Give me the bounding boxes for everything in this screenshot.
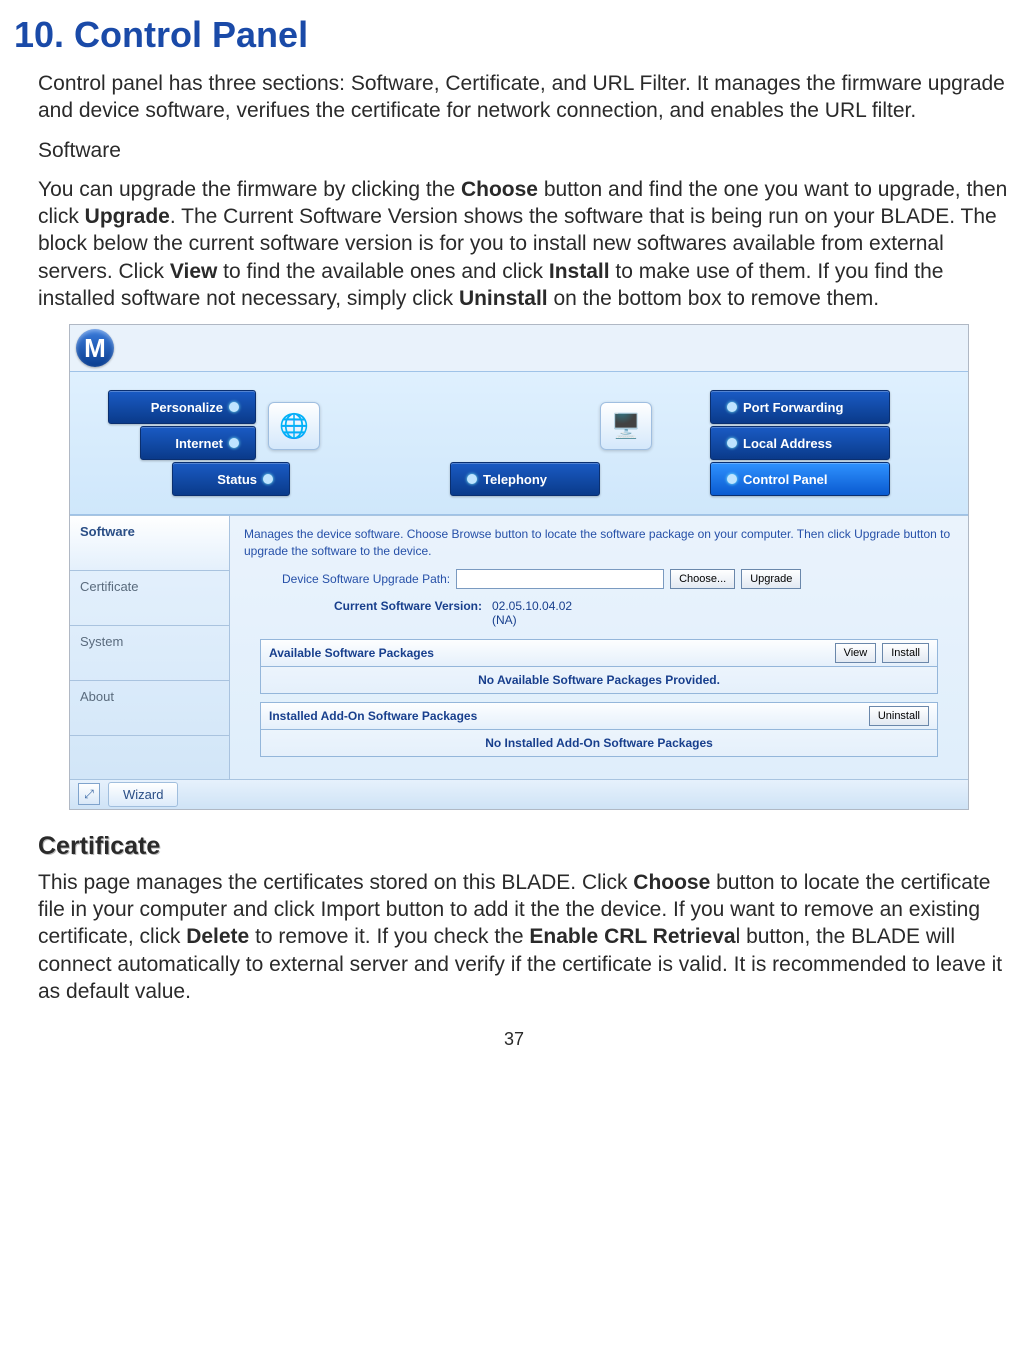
t: to find the available ones and click <box>217 260 549 283</box>
current-version-row: Current Software Version: 02.05.10.04.02… <box>282 599 954 627</box>
choose-word: Choose <box>633 871 710 894</box>
bullet-icon <box>727 474 737 484</box>
tab-internet[interactable]: Internet <box>140 426 256 460</box>
bullet-icon <box>727 438 737 448</box>
uninstall-word: Uninstall <box>459 287 548 310</box>
bullet-icon <box>467 474 477 484</box>
install-word: Install <box>549 260 610 283</box>
installed-packages-title: Installed Add-On Software Packages <box>269 709 869 723</box>
logo-bar: M <box>70 325 968 371</box>
bullet-icon <box>229 402 239 412</box>
t: on the bottom box to remove them. <box>548 287 880 310</box>
l: Internet <box>175 436 223 451</box>
wizard-button[interactable]: Wizard <box>108 782 178 807</box>
chapter-heading: 10. Control Panel <box>14 14 1014 56</box>
frame-head: Available Software Packages View Install <box>261 640 937 667</box>
certificate-paragraph: This page manages the certificates store… <box>38 869 1014 1005</box>
app-screenshot: M Personalize Internet Status 🌐 Telephon… <box>69 324 969 809</box>
l: Status <box>217 472 257 487</box>
page-number: 37 <box>14 1029 1014 1050</box>
certificate-heading: Certificate <box>38 832 1014 861</box>
monitor-icon: 🖥️ <box>600 402 652 450</box>
upgrade-path-input[interactable] <box>456 569 664 589</box>
footer-bar: ⤢ Wizard <box>70 779 968 809</box>
view-button[interactable]: View <box>835 643 877 663</box>
l: Local Address <box>743 436 832 451</box>
t: You can upgrade the firmware by clicking… <box>38 178 461 201</box>
l: Personalize <box>151 400 223 415</box>
motorola-logo-icon: M <box>76 329 114 367</box>
choose-button[interactable]: Choose... <box>670 569 735 589</box>
expand-icon[interactable]: ⤢ <box>78 783 100 805</box>
available-packages-empty: No Available Software Packages Provided. <box>261 667 937 693</box>
choose-word: Choose <box>461 178 538 201</box>
t: to remove it. If you check the <box>249 925 529 948</box>
tab-telephony[interactable]: Telephony <box>450 462 600 496</box>
bullet-icon <box>229 438 239 448</box>
tab-personalize[interactable]: Personalize <box>108 390 256 424</box>
installed-packages-empty: No Installed Add-On Software Packages <box>261 730 937 756</box>
l: Telephony <box>483 472 547 487</box>
tab-status[interactable]: Status <box>172 462 290 496</box>
sidebar-item-system[interactable]: System <box>70 626 229 681</box>
software-label: Software <box>38 137 1014 164</box>
sidebar-item-software[interactable]: Software <box>70 516 229 571</box>
frame-head: Installed Add-On Software Packages Unins… <box>261 703 937 730</box>
available-packages-frame: Available Software Packages View Install… <box>260 639 938 694</box>
available-packages-title: Available Software Packages <box>269 646 835 660</box>
uninstall-button[interactable]: Uninstall <box>869 706 929 726</box>
enable-crl-word: Enable CRL Retrieva <box>529 925 735 948</box>
t: This page manages the certificates store… <box>38 871 633 894</box>
current-version-value: 02.05.10.04.02 (NA) <box>492 599 572 627</box>
upgrade-row: Device Software Upgrade Path: Choose... … <box>282 569 954 589</box>
globe-icon: 🌐 <box>268 402 320 450</box>
delete-word: Delete <box>186 925 249 948</box>
intro-paragraph: Control panel has three sections: Softwa… <box>38 70 1014 125</box>
content-row: Software Certificate System About Manage… <box>70 515 968 778</box>
upgrade-word: Upgrade <box>85 205 170 228</box>
bullet-icon <box>263 474 273 484</box>
l: Port Forwarding <box>743 400 843 415</box>
sidebar: Software Certificate System About <box>70 516 230 778</box>
tab-port-forwarding[interactable]: Port Forwarding <box>710 390 890 424</box>
install-button[interactable]: Install <box>882 643 929 663</box>
tab-control-panel[interactable]: Control Panel <box>710 462 890 496</box>
installed-packages-frame: Installed Add-On Software Packages Unins… <box>260 702 938 757</box>
bullet-icon <box>727 402 737 412</box>
software-paragraph: You can upgrade the firmware by clicking… <box>38 176 1014 312</box>
view-word: View <box>170 260 217 283</box>
tab-local-address[interactable]: Local Address <box>710 426 890 460</box>
upgrade-button[interactable]: Upgrade <box>741 569 801 589</box>
nav-ribbon: Personalize Internet Status 🌐 Telephony … <box>70 371 968 515</box>
main-pane: Manages the device software. Choose Brow… <box>230 516 968 778</box>
upgrade-path-label: Device Software Upgrade Path: <box>282 572 450 586</box>
sidebar-item-certificate[interactable]: Certificate <box>70 571 229 626</box>
sidebar-item-about[interactable]: About <box>70 681 229 736</box>
l: Control Panel <box>743 472 828 487</box>
current-version-label: Current Software Version: <box>282 599 482 627</box>
help-text: Manages the device software. Choose Brow… <box>244 526 954 558</box>
